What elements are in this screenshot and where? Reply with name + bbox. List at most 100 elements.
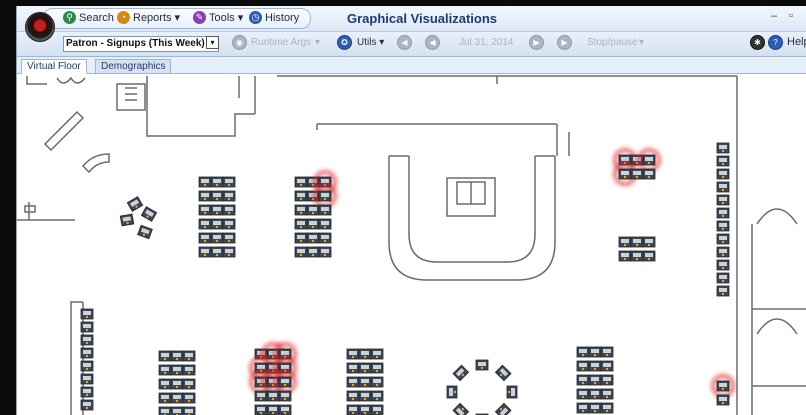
slot-machine[interactable]: [158, 378, 172, 390]
slot-machine[interactable]: [506, 385, 518, 399]
slot-machine[interactable]: [170, 392, 184, 404]
slot-machine[interactable]: [358, 404, 372, 415]
slot-machine[interactable]: [140, 206, 158, 222]
slot-machine[interactable]: [278, 404, 292, 415]
slot-machine[interactable]: [222, 204, 236, 216]
slot-machine[interactable]: [182, 364, 196, 376]
slot-machine[interactable]: [576, 374, 590, 386]
slot-machine[interactable]: [222, 190, 236, 202]
slot-machine[interactable]: [358, 376, 372, 388]
slot-machine[interactable]: [346, 376, 360, 388]
slot-machine[interactable]: [716, 155, 730, 167]
slot-machine[interactable]: [198, 204, 212, 216]
slot-machine[interactable]: [588, 360, 602, 372]
slot-machine[interactable]: [222, 246, 236, 258]
slot-machine[interactable]: [126, 196, 144, 212]
slot-machine[interactable]: [370, 376, 384, 388]
slot-machine[interactable]: [222, 176, 236, 188]
slot-machine[interactable]: [346, 404, 360, 415]
slot-machine[interactable]: [182, 392, 196, 404]
slot-machine[interactable]: [198, 218, 212, 230]
slot-machine[interactable]: [198, 246, 212, 258]
slot-machine[interactable]: [80, 399, 94, 411]
slot-machine[interactable]: [642, 168, 656, 180]
slot-machine[interactable]: [358, 390, 372, 402]
slot-machine[interactable]: [306, 218, 320, 230]
slot-machine[interactable]: [716, 259, 730, 271]
slot-machine[interactable]: [446, 385, 458, 399]
slot-machine[interactable]: [318, 232, 332, 244]
slot-machine[interactable]: [576, 346, 590, 358]
slot-machine[interactable]: [716, 168, 730, 180]
slot-machine[interactable]: [306, 204, 320, 216]
slot-machine[interactable]: [346, 362, 360, 374]
app-orb-button[interactable]: [25, 12, 55, 42]
help-label[interactable]: Help: [787, 36, 806, 48]
slot-machine[interactable]: [588, 388, 602, 400]
slot-machine[interactable]: [182, 406, 196, 415]
slot-machine[interactable]: [494, 402, 512, 415]
slot-machine[interactable]: [294, 246, 308, 258]
slot-machine[interactable]: [318, 218, 332, 230]
slot-machine[interactable]: [158, 392, 172, 404]
slot-machine[interactable]: [294, 204, 308, 216]
slot-machine[interactable]: [600, 360, 614, 372]
reports-menu[interactable]: ◔ Reports ▾: [117, 11, 180, 24]
stop-pause-button[interactable]: Stop/pause: [587, 37, 638, 48]
slot-machine[interactable]: [588, 402, 602, 414]
slot-machine[interactable]: [80, 386, 94, 398]
slot-machine[interactable]: [266, 404, 280, 415]
slot-machine[interactable]: [346, 348, 360, 360]
slot-machine[interactable]: [306, 232, 320, 244]
slot-machine[interactable]: [137, 224, 153, 240]
slot-machine[interactable]: [210, 232, 224, 244]
slot-machine[interactable]: [630, 168, 644, 180]
slot-machine[interactable]: [170, 378, 184, 390]
slot-machine[interactable]: [210, 246, 224, 258]
slot-machine[interactable]: [80, 360, 94, 372]
slot-machine[interactable]: [294, 218, 308, 230]
slot-machine[interactable]: [210, 218, 224, 230]
slot-machine[interactable]: [370, 404, 384, 415]
slot-machine[interactable]: [210, 190, 224, 202]
tab-virtual-floor[interactable]: Virtual Floor: [21, 59, 87, 74]
slot-machine[interactable]: [588, 374, 602, 386]
slot-machine[interactable]: [716, 220, 730, 232]
slot-machine[interactable]: [80, 334, 94, 346]
slot-machine[interactable]: [158, 364, 172, 376]
slot-machine[interactable]: [370, 390, 384, 402]
settings-icon[interactable]: ✱: [750, 35, 765, 50]
slot-machine[interactable]: [716, 394, 730, 406]
slot-machine[interactable]: [158, 350, 172, 362]
slot-machine[interactable]: [294, 232, 308, 244]
slot-machine[interactable]: [80, 321, 94, 333]
slot-machine[interactable]: [306, 246, 320, 258]
slot-machine[interactable]: [494, 364, 512, 382]
minimize-button[interactable]: –: [771, 10, 777, 22]
restore-button[interactable]: ▫: [789, 10, 793, 22]
slot-machine[interactable]: [642, 236, 656, 248]
search-menu[interactable]: ⚲ Search: [63, 11, 114, 24]
slot-machine[interactable]: [370, 362, 384, 374]
slot-machine[interactable]: [294, 190, 308, 202]
slot-machine[interactable]: [618, 250, 632, 262]
slot-machine[interactable]: [475, 359, 489, 371]
slot-machine[interactable]: [600, 346, 614, 358]
slot-machine[interactable]: [222, 218, 236, 230]
slot-machine[interactable]: [576, 388, 590, 400]
slot-machine[interactable]: [80, 308, 94, 320]
next-day-button[interactable]: ▶: [557, 35, 572, 50]
slot-machine[interactable]: [278, 390, 292, 402]
tab-demographics[interactable]: Demographics: [95, 59, 172, 74]
slot-machine[interactable]: [600, 374, 614, 386]
slot-machine[interactable]: [222, 232, 236, 244]
slot-machine[interactable]: [716, 272, 730, 284]
slot-machine[interactable]: [716, 142, 730, 154]
slot-machine-active[interactable]: [711, 374, 735, 398]
slot-machine[interactable]: [318, 204, 332, 216]
previous-week-button[interactable]: ◀: [425, 35, 440, 50]
report-select[interactable]: Patron - Signups (This Week): [63, 36, 219, 52]
slot-machine[interactable]: [452, 402, 470, 415]
slot-machine[interactable]: [716, 194, 730, 206]
tools-menu[interactable]: ✎ Tools ▾: [193, 11, 243, 24]
